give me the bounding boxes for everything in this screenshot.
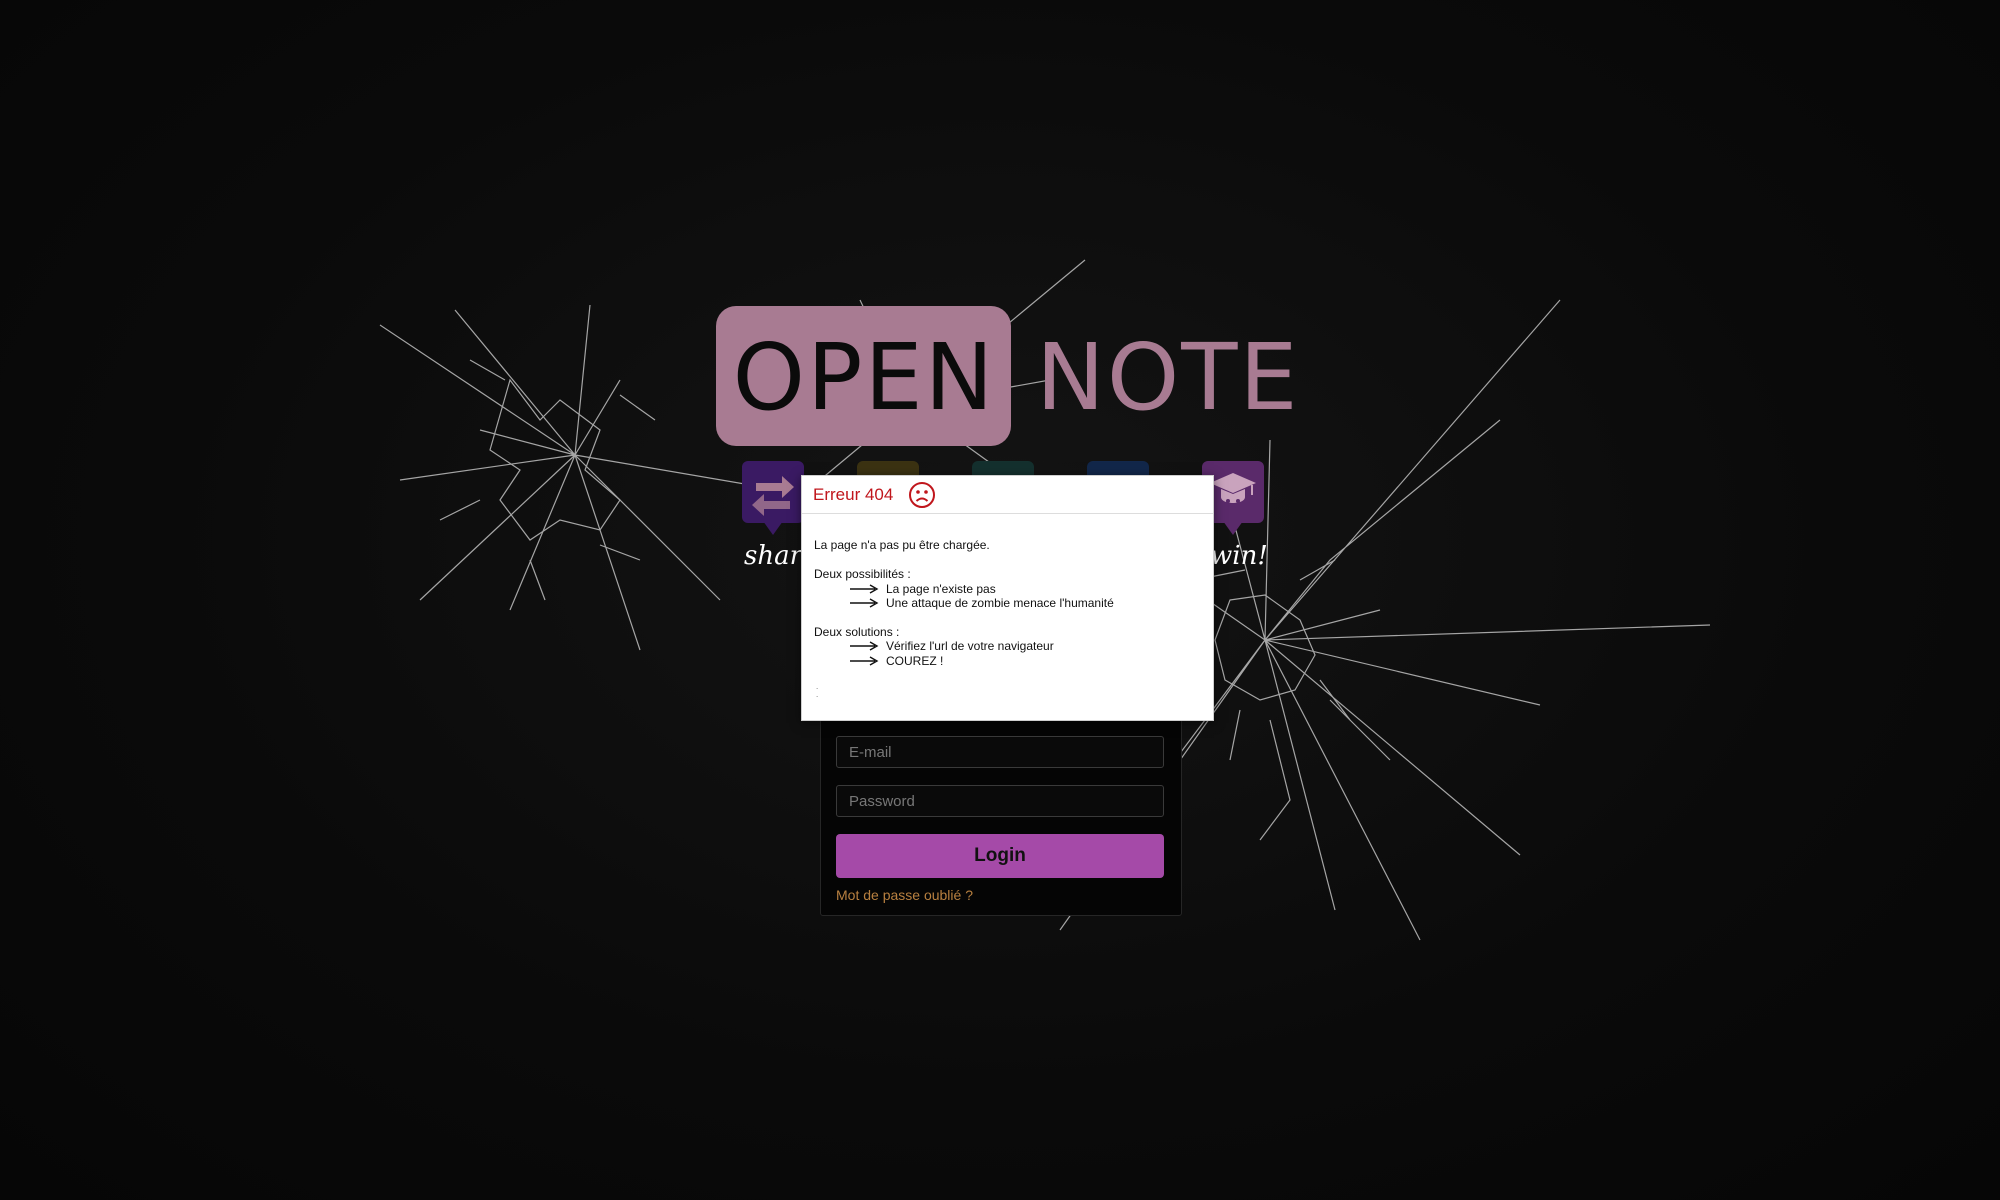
sad-face-icon (909, 482, 935, 508)
right-arrow-icon (850, 598, 879, 608)
modal-intro: La page n'a pas pu être chargée. (814, 538, 990, 552)
possibility-text: La page n'existe pas (886, 582, 996, 596)
error-404-modal: Erreur 404 La page n'a pas pu être charg… (801, 475, 1214, 721)
right-arrow-icon (850, 584, 879, 594)
feature-share (742, 461, 804, 535)
email-field[interactable] (836, 736, 1164, 768)
right-arrow-icon (850, 641, 879, 651)
logo-note-text: NOTE (1036, 324, 1300, 431)
modal-dots-decoration: .. (816, 682, 819, 699)
possibility-text: Une attaque de zombie menace l'humanité (886, 596, 1114, 610)
login-panel: Login Mot de passe oublié ? (820, 700, 1182, 916)
possibilities-heading: Deux possibilités : (814, 567, 911, 581)
modal-title: Erreur 404 (813, 485, 894, 504)
logo-open-box: OPEN (716, 306, 1011, 446)
login-button[interactable]: Login (836, 834, 1164, 878)
logo-open-text: OPEN (732, 324, 996, 431)
feature-caption-win: win! (1210, 541, 1268, 571)
solution-text: COUREZ ! (886, 654, 944, 668)
password-field[interactable] (836, 785, 1164, 817)
modal-header: Erreur 404 (802, 476, 1213, 514)
open-note-logo: OPEN NOTE (716, 306, 1298, 446)
solutions-heading: Deux solutions : (814, 625, 900, 639)
right-arrow-icon (850, 656, 879, 666)
feature-share-tail (763, 521, 783, 535)
solution-text: Vérifiez l'url de votre navigateur (886, 639, 1054, 653)
feature-win-tail (1223, 521, 1243, 535)
page-background: OPEN NOTE share win! E-mail Login Mot de… (0, 0, 2000, 1200)
exchange-arrows-icon (752, 476, 794, 516)
forgot-password-link[interactable]: Mot de passe oublié ? (836, 887, 973, 903)
